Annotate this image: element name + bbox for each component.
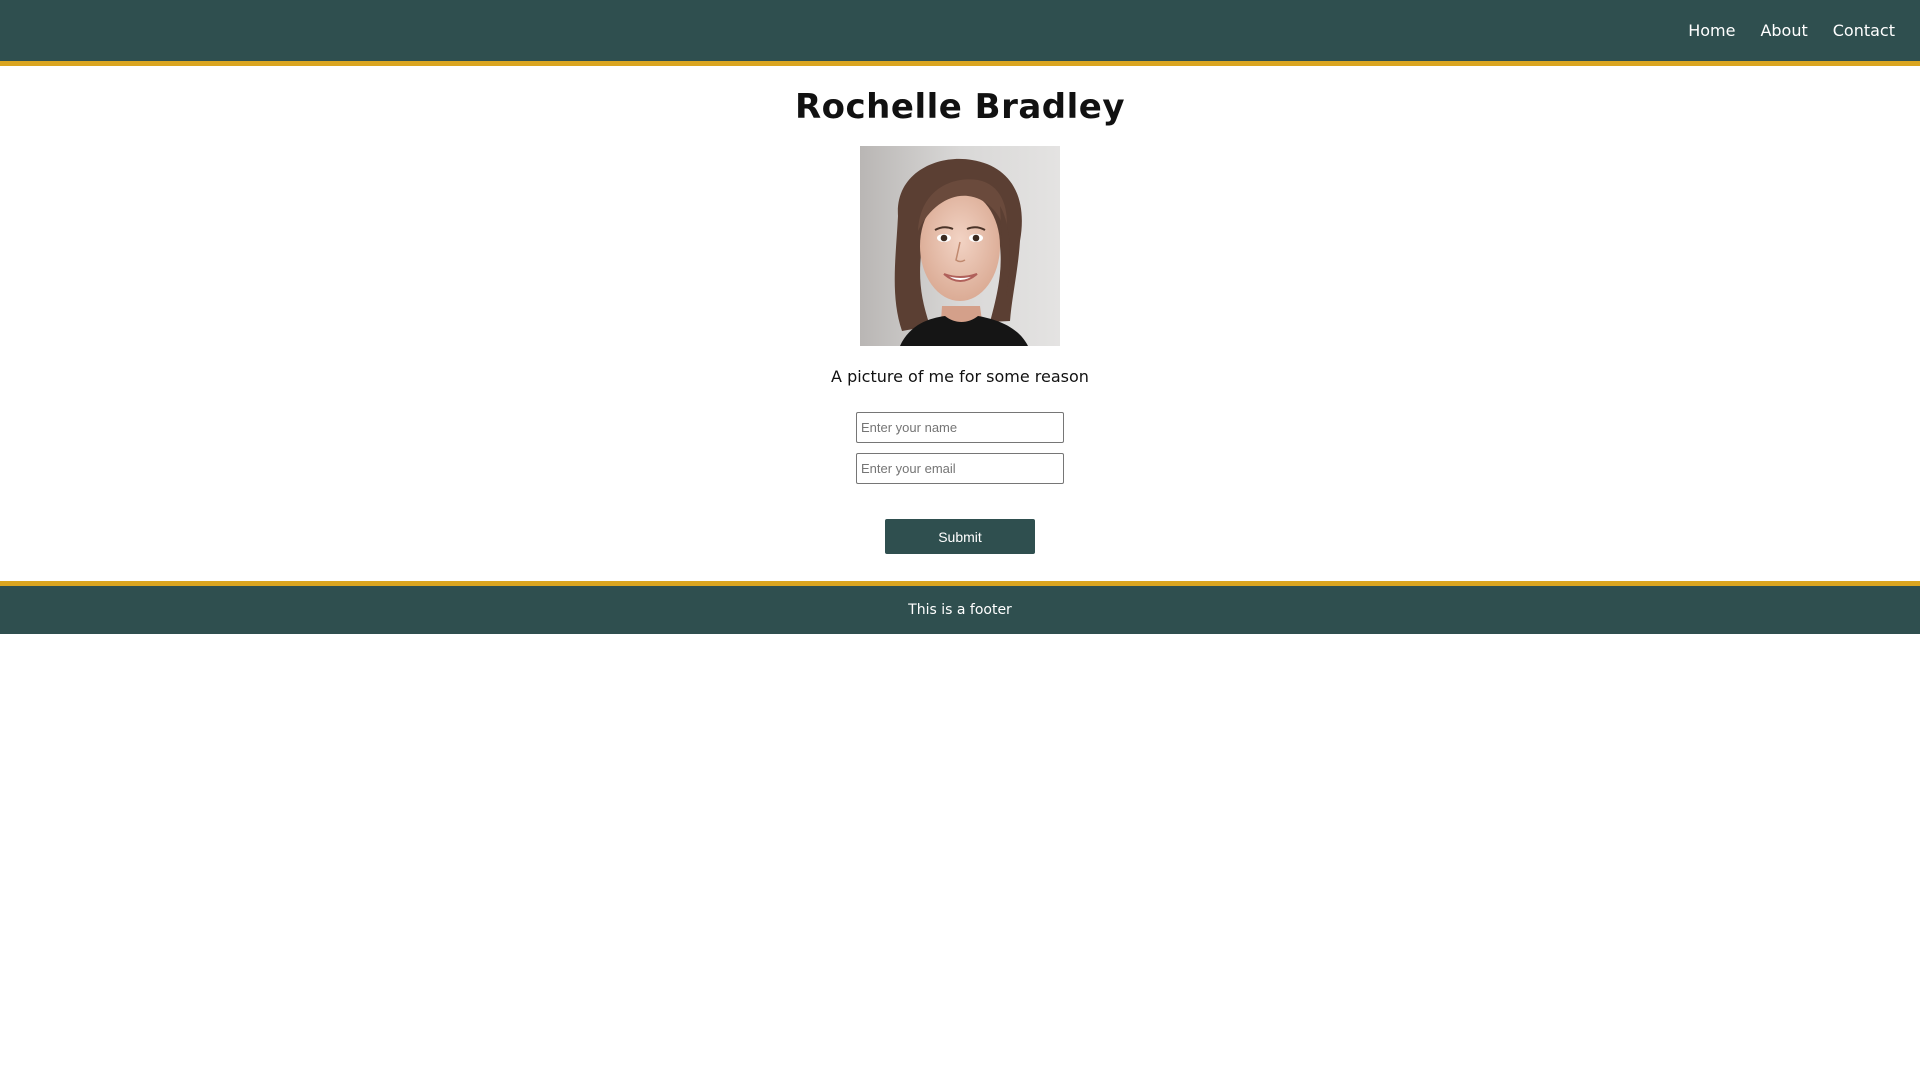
main-nav: Home About Contact (1688, 0, 1895, 61)
photo-caption: A picture of me for some reason (831, 367, 1089, 386)
submit-button[interactable]: Submit (885, 519, 1035, 554)
site-footer: This is a footer (0, 581, 1920, 634)
page-title: Rochelle Bradley (794, 87, 1125, 127)
nav-link-home[interactable]: Home (1688, 21, 1735, 40)
main-content: Rochelle Bradley A picture of me for som… (0, 66, 1920, 554)
name-input[interactable] (856, 412, 1064, 443)
site-header: Home About Contact (0, 0, 1920, 66)
nav-link-about[interactable]: About (1760, 21, 1807, 40)
footer-text: This is a footer (908, 602, 1012, 618)
contact-form: Submit (0, 412, 1920, 554)
nav-link-contact[interactable]: Contact (1833, 21, 1895, 40)
profile-photo (860, 146, 1060, 346)
email-input[interactable] (856, 453, 1064, 484)
